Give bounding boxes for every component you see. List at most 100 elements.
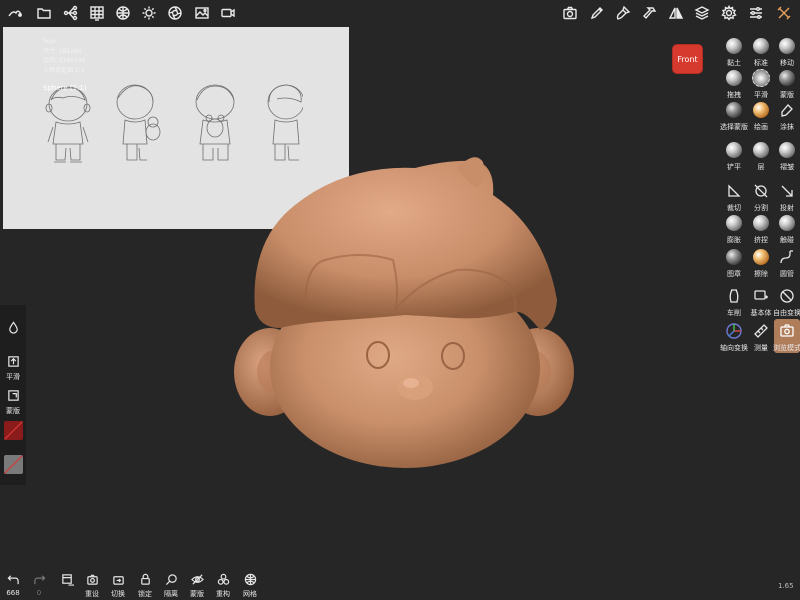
measure-icon [751,321,771,341]
mask-label: 蒙版 [6,407,20,415]
light-icon[interactable] [140,4,158,22]
smooth-arrow-icon [7,356,19,367]
gear-icon[interactable] [720,4,738,22]
tool-label: 褶皱 [780,163,794,171]
trim-icon [724,181,744,201]
tool-smudge[interactable]: 涂抹 [774,98,800,132]
scene-list-button[interactable] [54,573,80,589]
mesh-button[interactable]: 网格 [237,573,263,599]
tool-transform[interactable]: 自由变换 [773,284,800,318]
isolate-button[interactable]: 隔离 [158,573,184,599]
inflate-brush-icon [724,213,744,233]
lock-icon [140,573,150,585]
mask-visibility-label: 蒙版 [190,590,204,598]
tool-label: 圆管 [780,270,794,278]
move-brush-icon [777,36,797,56]
undo-icon [7,575,19,585]
redo-icon [33,575,45,585]
lock-label: 锁定 [138,590,152,598]
switch-label: 切换 [111,590,125,598]
remesh-button[interactable]: 重构 [210,573,236,599]
smooth-brush-icon [751,68,771,88]
primary-color-swatch[interactable] [4,421,23,440]
redo-count: 0 [36,589,42,597]
mesh-label: 网格 [243,590,257,598]
scene-tree-icon[interactable] [62,4,80,22]
transform-icon [777,286,797,306]
secondary-color-swatch[interactable] [4,455,23,474]
reference-meta-line: 人物设定图 1:1 [43,66,85,74]
layers-icon[interactable] [693,4,711,22]
reference-meta-line: Sujo [43,38,56,45]
video-icon[interactable] [219,4,237,22]
primitive-icon [751,286,771,306]
reference-meta-line: 比例: 219x146 [43,57,86,64]
mask-brush-icon [777,68,797,88]
sculpt-model-head[interactable] [225,150,585,480]
app-logo-icon[interactable] [6,4,24,22]
tool-crease[interactable]: 褶皱 [774,138,800,172]
tube-icon [777,247,797,267]
tool-label: 自由变换 [773,309,800,317]
tube-brush-icon [777,213,797,233]
reset-camera-icon [86,574,98,585]
smooth-toggle[interactable]: 平滑 [0,355,26,382]
scene-list-icon [61,574,74,586]
topology-icon[interactable] [114,4,132,22]
tools-icon[interactable] [775,4,793,22]
left-side-panel: 平滑 蒙版 [0,305,26,485]
drop-icon [8,321,18,334]
mask-square-icon [7,390,19,401]
smudge-icon [777,100,797,120]
sliders-icon[interactable] [747,4,765,22]
lock-button[interactable]: 锁定 [132,573,158,599]
stamp-brush-icon [724,247,744,267]
tool-tube-brush[interactable]: 触碰 [774,211,800,245]
version-label: 1.65 [778,582,794,590]
tool-project[interactable]: 投射 [774,179,800,213]
mask-visibility-button[interactable]: 蒙版 [184,573,210,599]
symmetry-icon[interactable] [667,4,685,22]
folder-icon[interactable] [35,4,53,22]
tool-panel: 黏土 标准 移动 拖拽 平滑 蒙版 选择蒙版 绘画 涂抹 铲平 层 褶皱 裁切 … [720,30,800,355]
reset-button[interactable]: 重设 [79,573,105,599]
reference-meta-line: 尺寸: 181x86 [43,47,82,55]
tool-move[interactable]: 移动 [774,34,800,68]
radius-slider[interactable] [0,321,26,337]
clay-brush-icon [724,36,744,56]
bottom-toolbar: 668 0 重设 切换 锁定 隔离 蒙版 重构 网格 [0,573,800,600]
tool-tube[interactable]: 圆管 [774,245,800,279]
top-toolbar [0,0,800,26]
lathe-icon [724,286,744,306]
reset-label: 重设 [85,590,99,598]
split-icon [751,181,771,201]
undo-button[interactable]: 668 [0,573,26,597]
select-mask-icon [724,100,744,120]
switch-button[interactable]: 切换 [105,573,131,599]
screenshot-camera-icon[interactable] [561,4,579,22]
tool-mask[interactable]: 蒙版 [774,66,800,100]
image-icon[interactable] [193,4,211,22]
remesh-icon [217,573,229,585]
project-icon [777,181,797,201]
crease-brush-icon [777,140,797,160]
camera-lens-icon[interactable] [166,4,184,22]
pen-icon[interactable] [588,4,606,22]
eye-slash-icon [190,574,204,585]
drag-brush-icon [724,68,744,88]
tool-view-mode[interactable]: 浏览模式 [773,319,800,353]
grid-settings-icon[interactable] [88,4,106,22]
tool-label: 涂抹 [780,123,794,131]
hammer-icon[interactable] [641,4,659,22]
mask-toggle[interactable]: 蒙版 [0,389,26,416]
gizmo-icon [724,321,744,341]
reference-label: Sphere (1:1) [43,84,87,92]
undo-count: 668 [6,589,20,597]
front-view-button[interactable]: Front [673,45,702,73]
isolate-label: 隔离 [164,590,178,598]
erase-brush-icon [751,247,771,267]
reference-metadata: Sujo 尺寸: 181x86 比例: 219x146 人物设定图 1:1 [43,37,85,75]
layer-brush-icon [751,140,771,160]
brush-icon[interactable] [614,4,632,22]
redo-button[interactable]: 0 [26,573,52,597]
